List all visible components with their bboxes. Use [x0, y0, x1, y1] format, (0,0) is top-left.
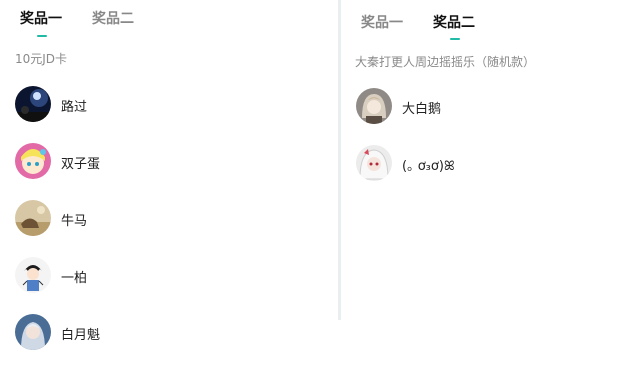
left-prize-name: 10元JD卡	[15, 52, 68, 66]
right-prize-name: 大秦打更人周边摇摇乐（随机款）	[355, 55, 536, 69]
winner-name: 牛马	[61, 214, 88, 229]
right-tab-bar: 奖品一 奖品二	[341, 0, 636, 40]
anime-white-hair-avatar-icon	[356, 145, 392, 181]
winner-name: 大白鹅	[402, 102, 442, 117]
left-prize-panel: 奖品一 奖品二 10元JD卡 路过 双子蛋 牛马 一柏 白月魁	[0, 0, 340, 373]
winner-name: 路过	[61, 100, 88, 115]
anime-gray-avatar-icon	[356, 88, 392, 124]
right-prize-panel: 奖品一 奖品二 大秦打更人周边摇摇乐（随机款） 大白鹅 (｡ ơ₃ơ)ꕤ	[341, 0, 636, 373]
left-tab-bar: 奖品一 奖品二	[0, 0, 340, 37]
left-tab-prize-two[interactable]: 奖品二	[92, 10, 134, 28]
left-active-tab-indicator	[37, 35, 47, 37]
right-tab-prize-one[interactable]: 奖品一	[361, 14, 403, 32]
winner-name: 双子蛋	[61, 157, 101, 172]
left-tab-prize-one[interactable]: 奖品一	[20, 10, 62, 28]
winner-name: 白月魁	[61, 328, 101, 343]
anime-pink-avatar-icon	[15, 143, 51, 179]
sepia-scene-avatar-icon	[15, 200, 51, 236]
winner-name: 一柏	[61, 271, 88, 286]
blue-character-avatar-icon	[15, 314, 51, 350]
cartoon-boy-avatar-icon	[15, 257, 51, 293]
winner-name: (｡ ơ₃ơ)ꕤ	[402, 159, 455, 174]
right-active-tab-indicator	[450, 38, 460, 40]
dark-blue-avatar-icon	[15, 86, 51, 122]
right-tab-prize-two[interactable]: 奖品二	[433, 14, 475, 32]
